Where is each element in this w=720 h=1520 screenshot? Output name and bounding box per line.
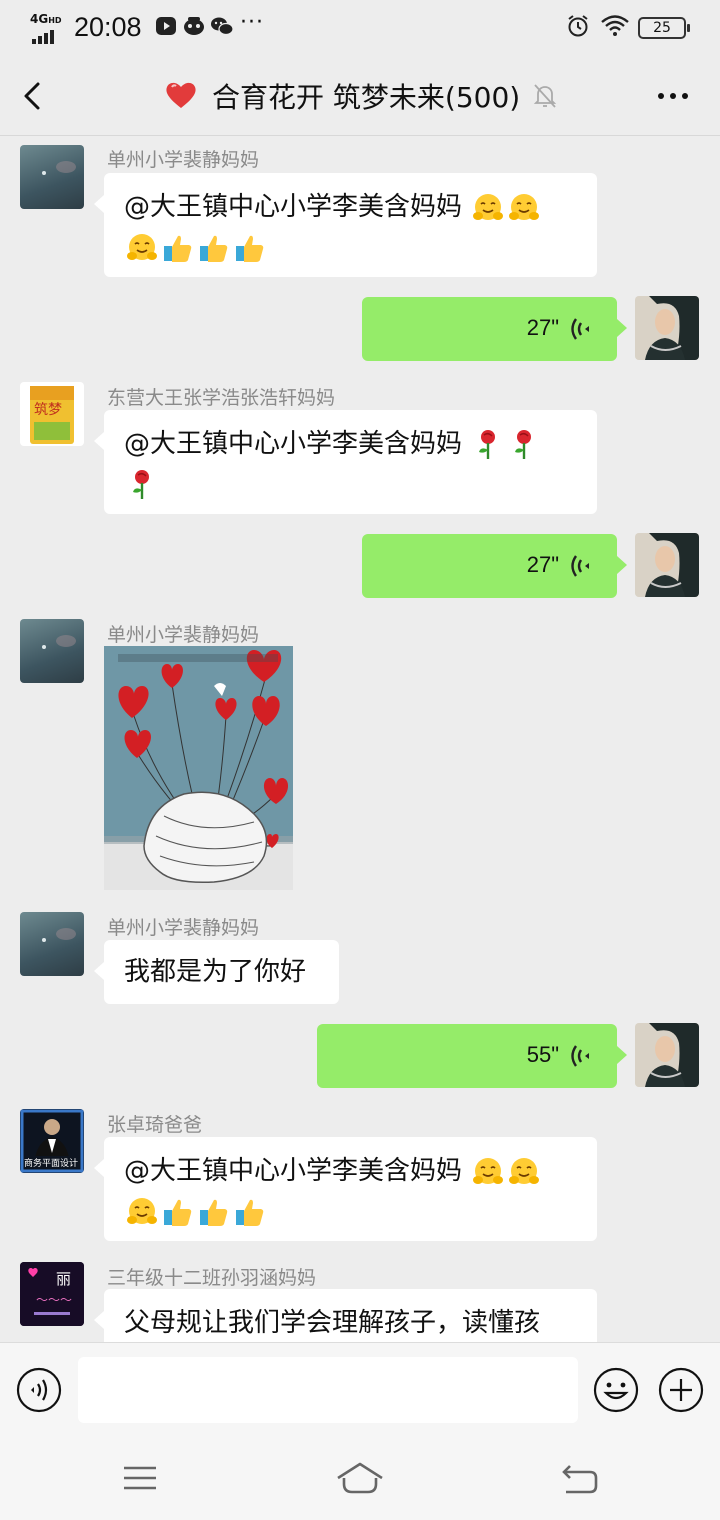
message-text: 我都是为了你好 [124, 957, 307, 987]
message-bubble[interactable]: @大王镇中心小学李美含妈妈 [94, 173, 597, 277]
avatar[interactable] [20, 619, 84, 683]
voice-duration: 27" [526, 552, 559, 577]
thumbs-up-emoji-icon [236, 1199, 264, 1226]
my-avatar[interactable] [635, 533, 699, 597]
network-hd: HD [48, 16, 62, 25]
message-list[interactable]: 单州小学裴静妈妈 @大王镇中心小学李美含妈妈 27" 筑梦 东营大王张学浩张浩轩… [0, 137, 720, 1342]
message-bubble[interactable]: @大王镇中心小学李美含妈妈 [94, 410, 597, 514]
back-arrow-icon[interactable] [14, 74, 54, 118]
rice-bag-avatar-icon: 筑梦 [30, 386, 74, 444]
voice-wave-icon [571, 1045, 589, 1067]
hugging-face-emoji-icon [127, 233, 157, 260]
sender-name: 单州小学裴静妈妈 [107, 149, 260, 171]
battery-icon: 25 [638, 17, 690, 39]
voice-input-icon[interactable] [16, 1367, 62, 1413]
message-text: 父母规让我们学会理解孩子，读懂孩 [124, 1308, 541, 1338]
rose-emoji-icon [479, 429, 496, 459]
message-bubble[interactable]: @大王镇中心小学李美含妈妈 [94, 1137, 597, 1241]
avatar[interactable]: ～～～ 丽 [20, 1262, 84, 1326]
woman-portrait-avatar-icon [635, 1023, 699, 1087]
svg-text:～～～: ～～～ [36, 1293, 72, 1307]
night-scene-avatar-icon [42, 928, 76, 942]
rose-emoji-icon [515, 429, 532, 459]
hugging-face-emoji-icon [473, 1157, 504, 1184]
image-message[interactable] [104, 646, 293, 890]
night-scene-avatar-icon [42, 161, 76, 175]
avatar[interactable] [20, 912, 84, 976]
message-text: @大王镇中心小学李美含妈妈 [124, 192, 463, 222]
group-title[interactable]: 合育花开 筑梦未来(500) [212, 76, 520, 116]
my-avatar[interactable] [635, 296, 699, 360]
voice-message-bubble[interactable]: 27" [362, 297, 627, 361]
message-text: @大王镇中心小学李美含妈妈 [124, 1156, 463, 1186]
my-avatar[interactable] [635, 1023, 699, 1087]
signal-indicator: 4GHD [30, 12, 68, 44]
heart-icon [166, 82, 196, 108]
message-text: @大王镇中心小学李美含妈妈 [124, 429, 463, 459]
rose-emoji-icon [133, 469, 149, 499]
neon-text-avatar-icon: ～～～ [20, 1262, 84, 1326]
back-nav-icon[interactable] [556, 1460, 600, 1496]
wechat-icon [211, 17, 234, 36]
input-bar [0, 1342, 720, 1436]
signal-bars-icon [32, 30, 54, 44]
menu-icon[interactable] [120, 1462, 160, 1494]
woman-portrait-avatar-icon [635, 533, 699, 597]
mascot-app-icon [184, 17, 204, 35]
wifi-icon [601, 15, 629, 36]
more-notifications: ··· [240, 10, 264, 35]
avatar-badge: 商务平面设计 [24, 1156, 79, 1169]
sender-name: 单州小学裴静妈妈 [107, 624, 260, 646]
hugging-face-emoji-icon [127, 1197, 157, 1224]
voice-message-bubble[interactable]: 55" [317, 1024, 627, 1088]
avatar[interactable] [20, 145, 84, 209]
sender-name: 三年级十二班孙羽涵妈妈 [107, 1267, 317, 1289]
voice-duration: 27" [526, 315, 559, 340]
thumbs-up-emoji-icon [164, 235, 192, 262]
home-icon[interactable] [334, 1460, 386, 1496]
more-options-icon[interactable] [650, 80, 696, 112]
clock: 20:08 [74, 12, 142, 42]
voice-duration: 55" [526, 1042, 559, 1067]
thumbs-up-emoji-icon [200, 1199, 228, 1226]
status-bar: 4GHD 20:08 ··· 25 [0, 0, 720, 56]
video-app-icon [156, 17, 176, 35]
hugging-face-emoji-icon [509, 193, 540, 220]
system-nav-bar [0, 1436, 720, 1520]
plus-icon[interactable] [658, 1367, 704, 1413]
message-bubble[interactable]: 父母规让我们学会理解孩子，读懂孩 [94, 1289, 597, 1342]
thumbs-up-emoji-icon [236, 235, 264, 262]
voice-wave-icon [571, 318, 589, 340]
thumbs-up-emoji-icon [200, 235, 228, 262]
sender-name: 单州小学裴静妈妈 [107, 917, 260, 939]
thumbs-up-emoji-icon [164, 1199, 192, 1226]
sender-name: 东营大王张学浩张浩轩妈妈 [107, 387, 336, 409]
sender-name: 张卓琦爸爸 [107, 1114, 203, 1136]
hugging-face-emoji-icon [473, 193, 504, 220]
avatar[interactable]: 筑梦 [20, 382, 84, 446]
mute-bell-icon [533, 84, 557, 108]
hugging-face-emoji-icon [509, 1157, 540, 1184]
chat-header: 合育花开 筑梦未来(500) [0, 56, 720, 136]
message-bubble[interactable]: 我都是为了你好 [94, 940, 339, 1004]
alarm-icon [568, 15, 588, 37]
voice-message-bubble[interactable]: 27" [362, 534, 627, 598]
night-scene-avatar-icon [42, 635, 76, 649]
voice-wave-icon [571, 555, 589, 577]
network-type: 4G [30, 12, 49, 26]
avatar[interactable]: 商务平面设计 [20, 1109, 84, 1173]
message-input[interactable] [78, 1357, 578, 1423]
svg-text:筑梦: 筑梦 [34, 402, 62, 418]
avatar-label: 丽 [56, 1270, 72, 1288]
woman-portrait-avatar-icon [635, 296, 699, 360]
emoji-icon[interactable] [593, 1367, 639, 1413]
